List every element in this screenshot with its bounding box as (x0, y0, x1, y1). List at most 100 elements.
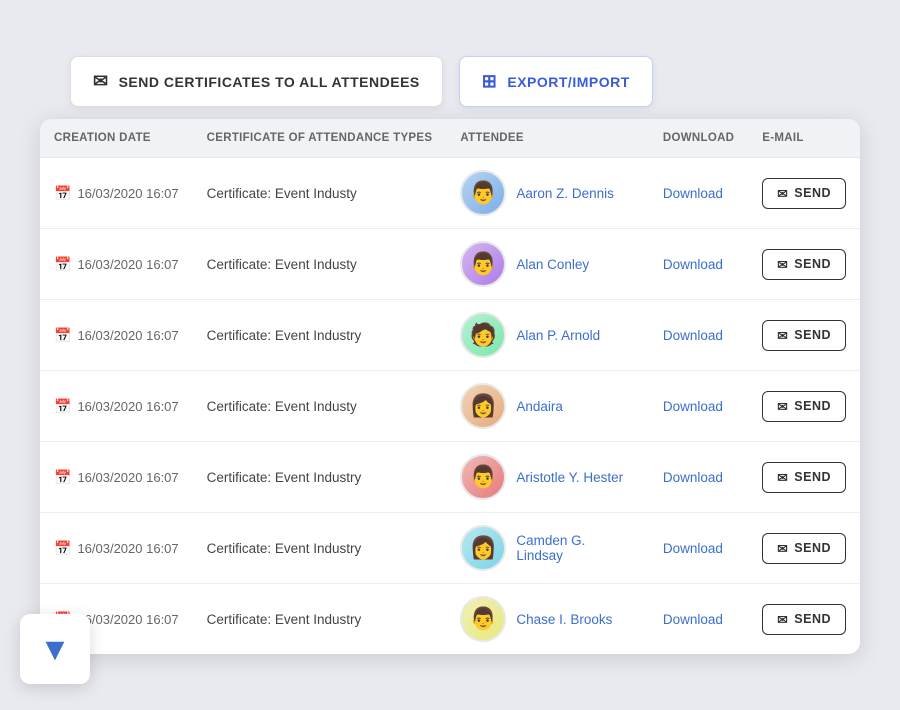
download-link[interactable]: Download (663, 186, 723, 201)
table-row: 📅 16/03/2020 16:07 Certificate: Event In… (40, 513, 860, 584)
avatar: 👩 (460, 525, 506, 571)
export-import-label: EXPORT/IMPORT (507, 74, 629, 90)
send-certificates-label: SEND CERTIFICATES TO ALL ATTENDEES (119, 74, 420, 90)
send-cell-6: ✉ SEND (748, 584, 860, 655)
date-value: 16/03/2020 16:07 (77, 399, 178, 414)
certificate-cell-0: Certificate: Event Industy (193, 158, 447, 229)
download-cell-1: Download (649, 229, 748, 300)
col-attendee: ATTENDEE (446, 119, 649, 158)
avatar-emoji: 👩 (470, 393, 497, 419)
send-label: SEND (794, 541, 831, 555)
col-email: E-MAIL (748, 119, 860, 158)
certificate-type: Certificate: Event Industry (207, 470, 362, 485)
date-value: 16/03/2020 16:07 (77, 470, 178, 485)
calendar-icon: 📅 (54, 398, 71, 415)
table-header-row: CREATION DATE CERTIFICATE OF ATTENDANCE … (40, 119, 860, 158)
certificate-type: Certificate: Event Industry (207, 328, 362, 343)
certificate-cell-1: Certificate: Event Industy (193, 229, 447, 300)
attendee-name-link[interactable]: Camden G. Lindsay (516, 533, 635, 563)
certificate-cell-4: Certificate: Event Industry (193, 442, 447, 513)
date-value: 16/03/2020 16:07 (77, 186, 178, 201)
calendar-icon: 📅 (54, 256, 71, 273)
download-cell-6: Download (649, 584, 748, 655)
attendee-name-link[interactable]: Aristotle Y. Hester (516, 470, 623, 485)
attendee-name-link[interactable]: Andaira (516, 399, 563, 414)
avatar: 👩 (460, 383, 506, 429)
download-link[interactable]: Download (663, 399, 723, 414)
attendee-name-link[interactable]: Aaron Z. Dennis (516, 186, 614, 201)
calendar-icon: 📅 (54, 540, 71, 557)
download-link[interactable]: Download (663, 612, 723, 627)
download-link[interactable]: Download (663, 541, 723, 556)
attendee-cell-0: 👨 Aaron Z. Dennis (446, 158, 649, 229)
certificates-table: CREATION DATE CERTIFICATE OF ATTENDANCE … (40, 119, 860, 654)
attendee-cell-4: 👨 Aristotle Y. Hester (446, 442, 649, 513)
send-button[interactable]: ✉ SEND (762, 462, 846, 493)
send-button[interactable]: ✉ SEND (762, 320, 846, 351)
certificate-type: Certificate: Event Industy (207, 399, 357, 414)
date-cell-3: 📅 16/03/2020 16:07 (40, 371, 193, 442)
certificate-cell-5: Certificate: Event Industry (193, 513, 447, 584)
download-link[interactable]: Download (663, 470, 723, 485)
send-label: SEND (794, 186, 831, 200)
send-button[interactable]: ✉ SEND (762, 249, 846, 280)
send-cell-5: ✉ SEND (748, 513, 860, 584)
download-link[interactable]: Download (663, 257, 723, 272)
filter-badge[interactable]: ▼ (20, 614, 90, 684)
send-button[interactable]: ✉ SEND (762, 604, 846, 635)
send-label: SEND (794, 399, 831, 413)
attendee-cell-5: 👩 Camden G. Lindsay (446, 513, 649, 584)
attendee-cell-3: 👩 Andaira (446, 371, 649, 442)
send-certificates-button[interactable]: ✉ SEND CERTIFICATES TO ALL ATTENDEES (70, 56, 443, 107)
certificate-type: Certificate: Event Industry (207, 541, 362, 556)
send-label: SEND (794, 257, 831, 271)
table-row: 📅 16/03/2020 16:07 Certificate: Event In… (40, 371, 860, 442)
envelope-small-icon: ✉ (777, 399, 788, 414)
calendar-icon: 📅 (54, 327, 71, 344)
avatar: 👨 (460, 170, 506, 216)
envelope-small-icon: ✉ (777, 328, 788, 343)
attendee-cell-1: 👨 Alan Conley (446, 229, 649, 300)
calendar-icon: 📅 (54, 185, 71, 202)
col-download: DOWNLOAD (649, 119, 748, 158)
download-cell-2: Download (649, 300, 748, 371)
date-cell-2: 📅 16/03/2020 16:07 (40, 300, 193, 371)
table-row: 📅 16/03/2020 16:07 Certificate: Event In… (40, 584, 860, 655)
avatar-emoji: 👩 (470, 535, 497, 561)
certificate-type: Certificate: Event Industry (207, 612, 362, 627)
download-cell-3: Download (649, 371, 748, 442)
table-row: 📅 16/03/2020 16:07 Certificate: Event In… (40, 442, 860, 513)
send-label: SEND (794, 612, 831, 626)
col-creation-date: CREATION DATE (40, 119, 193, 158)
send-button[interactable]: ✉ SEND (762, 533, 846, 564)
send-button[interactable]: ✉ SEND (762, 178, 846, 209)
download-cell-0: Download (649, 158, 748, 229)
envelope-small-icon: ✉ (777, 541, 788, 556)
certificate-cell-6: Certificate: Event Industry (193, 584, 447, 655)
envelope-small-icon: ✉ (777, 470, 788, 485)
envelope-small-icon: ✉ (777, 612, 788, 627)
date-value: 16/03/2020 16:07 (77, 328, 178, 343)
top-action-bar: ✉ SEND CERTIFICATES TO ALL ATTENDEES ⊞ E… (70, 56, 860, 107)
download-link[interactable]: Download (663, 328, 723, 343)
attendee-name-link[interactable]: Alan Conley (516, 257, 589, 272)
envelope-small-icon: ✉ (777, 257, 788, 272)
date-cell-5: 📅 16/03/2020 16:07 (40, 513, 193, 584)
attendee-name-link[interactable]: Alan P. Arnold (516, 328, 600, 343)
grid-icon: ⊞ (482, 71, 498, 92)
table-row: 📅 16/03/2020 16:07 Certificate: Event In… (40, 300, 860, 371)
envelope-small-icon: ✉ (777, 186, 788, 201)
send-cell-1: ✉ SEND (748, 229, 860, 300)
filter-icon: ▼ (39, 631, 71, 668)
send-cell-3: ✉ SEND (748, 371, 860, 442)
table-row: 📅 16/03/2020 16:07 Certificate: Event In… (40, 158, 860, 229)
avatar: 👨 (460, 241, 506, 287)
date-value: 16/03/2020 16:07 (77, 257, 178, 272)
main-card: CREATION DATE CERTIFICATE OF ATTENDANCE … (40, 119, 860, 654)
avatar-emoji: 👨 (470, 251, 497, 277)
avatar-emoji: 👨 (470, 606, 497, 632)
export-import-button[interactable]: ⊞ EXPORT/IMPORT (459, 56, 653, 107)
attendee-name-link[interactable]: Chase I. Brooks (516, 612, 612, 627)
send-button[interactable]: ✉ SEND (762, 391, 846, 422)
table-row: 📅 16/03/2020 16:07 Certificate: Event In… (40, 229, 860, 300)
